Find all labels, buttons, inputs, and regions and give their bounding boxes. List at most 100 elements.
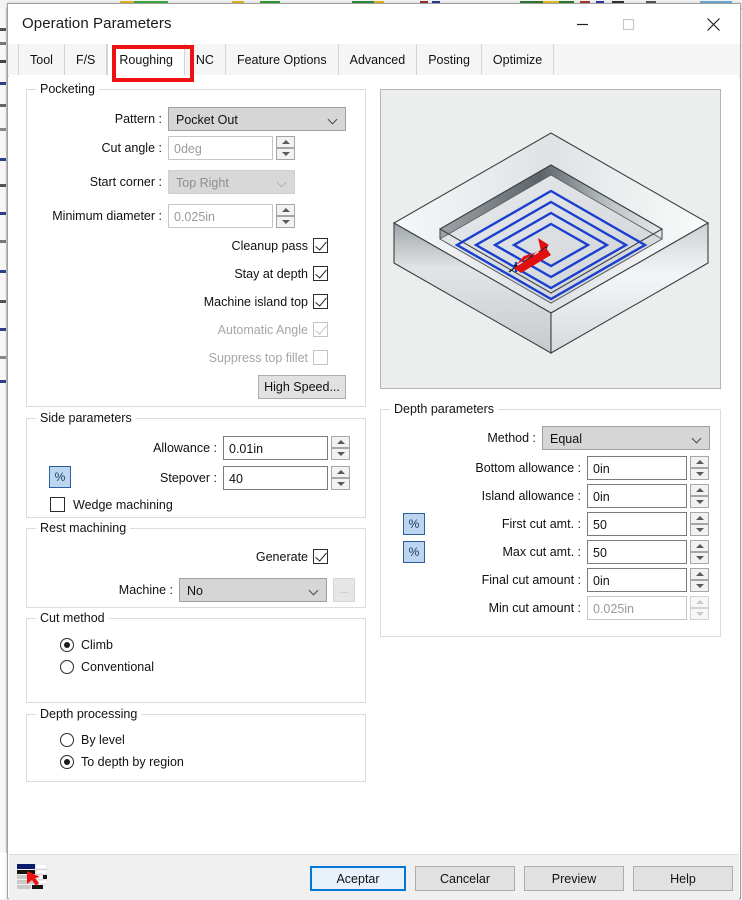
stepover-input[interactable]: 40 bbox=[223, 466, 328, 490]
side-parameters-legend: Side parameters bbox=[36, 411, 136, 425]
operation-parameters-dialog: Operation Parameters Tool F/S Roughing N… bbox=[7, 3, 741, 900]
cancel-label: Cancelar bbox=[439, 871, 491, 886]
background-tick bbox=[0, 270, 6, 273]
allowance-label: Allowance : bbox=[153, 441, 217, 455]
stepper-down-button[interactable] bbox=[331, 448, 350, 460]
start-corner-label: Start corner : bbox=[89, 175, 162, 189]
cut-angle-input[interactable]: 0deg bbox=[168, 136, 273, 160]
max-cut-input[interactable]: 50 bbox=[587, 540, 687, 564]
high-speed-button[interactable]: High Speed... bbox=[258, 375, 346, 399]
generate-label: Generate bbox=[255, 549, 308, 564]
tab-nc[interactable]: NC bbox=[184, 44, 226, 75]
maximize-button[interactable] bbox=[605, 4, 651, 44]
tab-label: Optimize bbox=[492, 52, 543, 67]
minimum-diameter-stepper[interactable] bbox=[276, 204, 295, 228]
stepper-up-button[interactable] bbox=[690, 484, 709, 496]
accept-button[interactable]: Aceptar bbox=[310, 866, 406, 891]
allowance-value: 0.01in bbox=[229, 442, 264, 456]
stepper-down-button[interactable] bbox=[276, 148, 295, 160]
stepper-down-button[interactable] bbox=[276, 216, 295, 228]
radio-to-depth-by-region-label: To depth by region bbox=[81, 755, 184, 769]
minimum-diameter-value: 0.025in bbox=[174, 210, 216, 224]
final-cut-stepper[interactable] bbox=[690, 568, 709, 592]
machine-island-top-checkbox[interactable]: Machine island top bbox=[137, 294, 328, 309]
stepper-down-button[interactable] bbox=[690, 524, 709, 536]
maximize-icon bbox=[622, 18, 635, 31]
preview-button[interactable]: Preview bbox=[524, 866, 624, 891]
radio-to-depth-by-region[interactable]: To depth by region bbox=[60, 755, 184, 769]
bottom-allowance-value: 0in bbox=[593, 462, 610, 476]
first-cut-input[interactable]: 50 bbox=[587, 512, 687, 536]
stepper-up-button[interactable] bbox=[276, 204, 295, 216]
machine-browse-button[interactable]: ... bbox=[333, 578, 355, 602]
depth-processing-group: Depth processing By level To depth by re… bbox=[26, 707, 366, 782]
stepper-up-button[interactable] bbox=[690, 512, 709, 524]
stepper-down-button[interactable] bbox=[690, 496, 709, 508]
tab-posting[interactable]: Posting bbox=[417, 44, 482, 75]
stepper-down-button[interactable] bbox=[331, 478, 350, 490]
title-bar[interactable]: Operation Parameters bbox=[8, 4, 740, 44]
tab-tool[interactable]: Tool bbox=[18, 44, 65, 75]
radio-conventional[interactable]: Conventional bbox=[60, 660, 154, 674]
stepper-up-button[interactable] bbox=[690, 456, 709, 468]
stepover-stepper[interactable] bbox=[331, 466, 350, 490]
method-combo[interactable]: Equal bbox=[542, 426, 710, 450]
depth-processing-legend: Depth processing bbox=[36, 707, 142, 721]
tab-advanced[interactable]: Advanced bbox=[338, 44, 418, 75]
checkbox-box bbox=[313, 266, 328, 281]
high-speed-label: High Speed... bbox=[264, 380, 340, 394]
tab-label: Posting bbox=[428, 52, 470, 67]
checkbox-box bbox=[313, 322, 328, 337]
close-button[interactable] bbox=[690, 4, 736, 44]
background-sidebar bbox=[0, 8, 7, 853]
stepper-up-button[interactable] bbox=[690, 568, 709, 580]
machine-island-top-label: Machine island top bbox=[203, 294, 308, 309]
chevron-down-icon bbox=[329, 116, 338, 125]
stepper-up-button[interactable] bbox=[331, 436, 350, 448]
cut-angle-value: 0deg bbox=[174, 142, 202, 156]
start-corner-combo[interactable]: Top Right bbox=[168, 170, 295, 194]
cleanup-pass-checkbox[interactable]: Cleanup pass bbox=[137, 238, 328, 253]
first-cut-stepper[interactable] bbox=[690, 512, 709, 536]
toolpath-preview-svg bbox=[392, 132, 710, 354]
stepper-up-button[interactable] bbox=[331, 466, 350, 478]
cut-angle-stepper[interactable] bbox=[276, 136, 295, 160]
stepper-down-button[interactable] bbox=[690, 552, 709, 564]
tab-label: Feature Options bbox=[236, 52, 327, 67]
pattern-combo[interactable]: Pocket Out bbox=[168, 107, 346, 131]
island-allowance-input[interactable]: 0in bbox=[587, 484, 687, 508]
machine-combo[interactable]: No bbox=[179, 578, 327, 602]
max-cut-stepper[interactable] bbox=[690, 540, 709, 564]
checkbox-box bbox=[313, 350, 328, 365]
bottom-allowance-input[interactable]: 0in bbox=[587, 456, 687, 480]
final-cut-input[interactable]: 0in bbox=[587, 568, 687, 592]
chevron-down-icon bbox=[310, 587, 319, 596]
background-tick bbox=[0, 60, 6, 63]
tab-fs[interactable]: F/S bbox=[64, 44, 108, 75]
cleanup-pass-label: Cleanup pass bbox=[231, 238, 308, 253]
allowance-stepper[interactable] bbox=[331, 436, 350, 460]
minimum-diameter-input[interactable]: 0.025in bbox=[168, 204, 273, 228]
accept-label: Aceptar bbox=[336, 871, 380, 886]
stepper-down-button[interactable] bbox=[690, 580, 709, 592]
tab-optimize[interactable]: Optimize bbox=[481, 44, 555, 75]
wedge-machining-checkbox[interactable]: Wedge machining bbox=[50, 497, 173, 512]
allowance-input[interactable]: 0.01in bbox=[223, 436, 328, 460]
stay-at-depth-checkbox[interactable]: Stay at depth bbox=[137, 266, 328, 281]
depth-parameters-legend: Depth parameters bbox=[390, 402, 499, 416]
first-cut-value: 50 bbox=[593, 518, 607, 532]
radio-by-level[interactable]: By level bbox=[60, 733, 125, 747]
minimize-button[interactable] bbox=[559, 4, 605, 44]
cut-method-group: Cut method Climb Conventional bbox=[26, 611, 366, 703]
radio-climb[interactable]: Climb bbox=[60, 638, 113, 652]
tab-roughing[interactable]: Roughing bbox=[107, 44, 185, 76]
stepper-up-button[interactable] bbox=[690, 540, 709, 552]
cancel-button[interactable]: Cancelar bbox=[415, 866, 515, 891]
generate-checkbox[interactable]: Generate bbox=[167, 549, 328, 564]
stepper-up-button[interactable] bbox=[276, 136, 295, 148]
bottom-allowance-stepper[interactable] bbox=[690, 456, 709, 480]
stepper-down-button[interactable] bbox=[690, 468, 709, 480]
island-allowance-stepper[interactable] bbox=[690, 484, 709, 508]
help-button[interactable]: Help bbox=[633, 866, 733, 891]
tab-feature-options[interactable]: Feature Options bbox=[225, 44, 339, 75]
